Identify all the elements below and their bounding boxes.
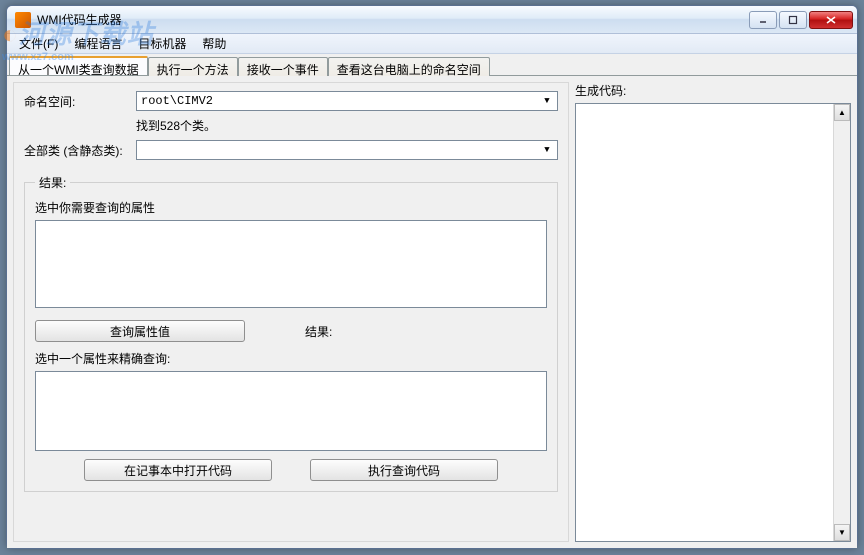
left-panel: 命名空间: root\CIMV2 ▼ 找到528个类。 全部类 (含静态类): … [13, 82, 569, 542]
select-props-label: 选中你需要查询的属性 [35, 199, 547, 216]
menu-target[interactable]: 目标机器 [130, 33, 194, 54]
tab-query-class[interactable]: 从一个WMI类查询数据 [9, 56, 148, 75]
app-icon [15, 12, 31, 28]
titlebar: WMI代码生成器 [7, 6, 857, 34]
close-icon [825, 15, 837, 25]
minimize-button[interactable] [749, 11, 777, 29]
results-fieldset: 结果: 选中你需要查询的属性 查询属性值 结果: 选中一个属性来精确查询: 在记… [24, 174, 558, 492]
tab-panel: 命名空间: root\CIMV2 ▼ 找到528个类。 全部类 (含静态类): … [7, 75, 857, 548]
content-area: 从一个WMI类查询数据 执行一个方法 接收一个事件 查看这台电脑上的命名空间 命… [7, 54, 857, 548]
right-panel: 生成代码: ▲ ▼ [575, 82, 851, 542]
app-window: WMI代码生成器 文件(F) 编程语言 目标机器 帮助 从一个WMI类查询数据 … [6, 5, 858, 549]
allclass-label: 全部类 (含静态类): [24, 142, 136, 159]
namespace-value: root\CIMV2 [141, 94, 213, 108]
properties-listbox[interactable] [35, 220, 547, 308]
tab-exec-method[interactable]: 执行一个方法 [148, 57, 238, 76]
select-one-prop-label: 选中一个属性来精确查询: [35, 350, 547, 367]
generated-code-label: 生成代码: [575, 82, 851, 99]
query-property-value-button[interactable]: 查询属性值 [35, 320, 245, 342]
namespace-label: 命名空间: [24, 93, 136, 110]
allclass-combo[interactable]: ▼ [136, 140, 558, 160]
chevron-down-icon: ▼ [539, 142, 555, 158]
precise-query-listbox[interactable] [35, 371, 547, 451]
menu-language[interactable]: 编程语言 [66, 33, 130, 54]
menubar: 文件(F) 编程语言 目标机器 帮助 [7, 34, 857, 54]
results-label-2: 结果: [305, 323, 332, 340]
maximize-button[interactable] [779, 11, 807, 29]
scroll-down-button[interactable]: ▼ [834, 524, 850, 541]
window-title: WMI代码生成器 [37, 11, 749, 28]
window-controls [749, 11, 853, 29]
chevron-down-icon: ▼ [539, 93, 555, 109]
allclass-row: 全部类 (含静态类): ▼ [24, 140, 558, 160]
close-button[interactable] [809, 11, 853, 29]
scroll-up-button[interactable]: ▲ [834, 104, 850, 121]
vertical-scrollbar[interactable]: ▲ ▼ [833, 104, 850, 541]
namespace-row: 命名空间: root\CIMV2 ▼ [24, 91, 558, 111]
menu-file[interactable]: 文件(F) [11, 33, 66, 54]
minimize-icon [758, 15, 768, 25]
tab-receive-event[interactable]: 接收一个事件 [238, 57, 328, 76]
menu-help[interactable]: 帮助 [194, 33, 234, 54]
generated-code-textbox[interactable]: ▲ ▼ [575, 103, 851, 542]
found-classes-hint: 找到528个类。 [136, 117, 558, 134]
open-in-notepad-button[interactable]: 在记事本中打开代码 [84, 459, 272, 481]
execute-query-code-button[interactable]: 执行查询代码 [310, 459, 498, 481]
results-legend: 结果: [35, 174, 70, 191]
namespace-combo[interactable]: root\CIMV2 ▼ [136, 91, 558, 111]
bottom-buttons: 在记事本中打开代码 执行查询代码 [35, 459, 547, 481]
tabstrip: 从一个WMI类查询数据 执行一个方法 接收一个事件 查看这台电脑上的命名空间 [7, 54, 857, 75]
scroll-track[interactable] [834, 121, 850, 524]
query-value-row: 查询属性值 结果: [35, 320, 547, 342]
tab-view-namespaces[interactable]: 查看这台电脑上的命名空间 [328, 57, 490, 76]
maximize-icon [788, 15, 798, 25]
